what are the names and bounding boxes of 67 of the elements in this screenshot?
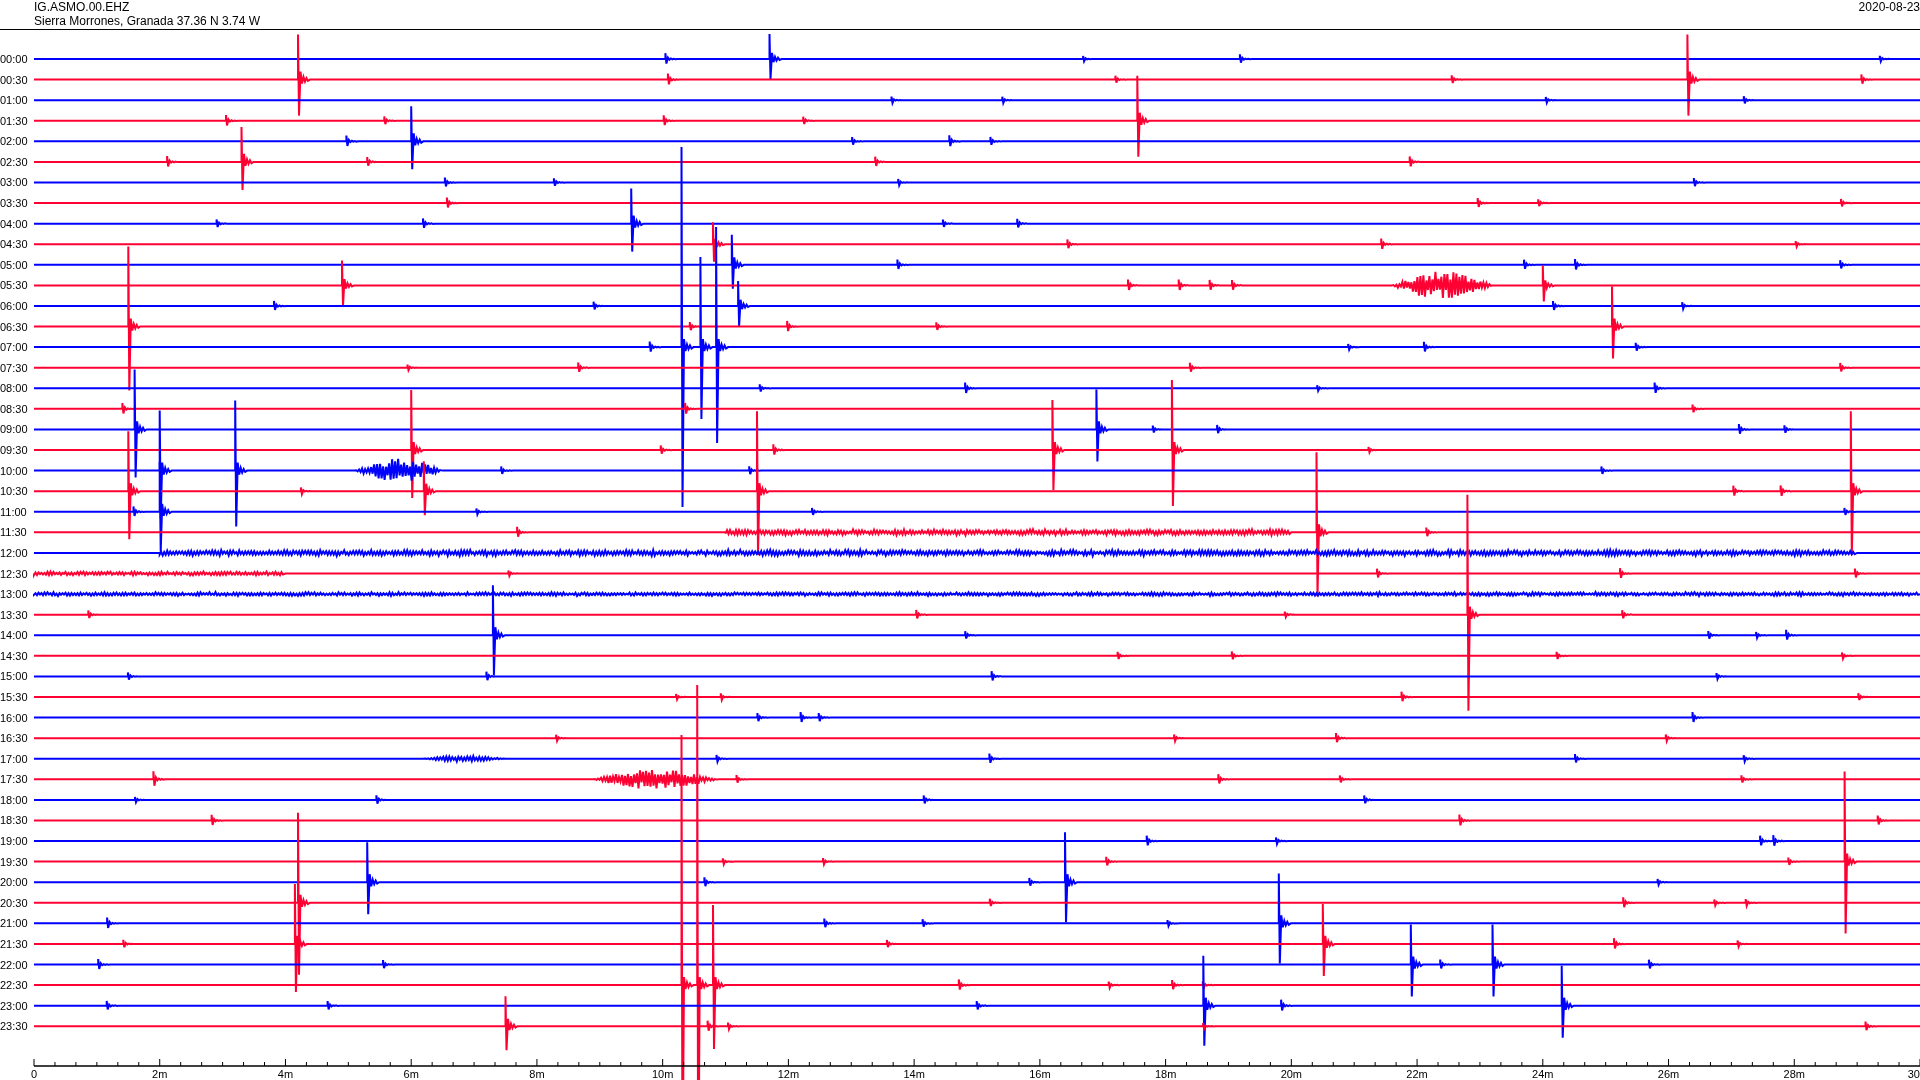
time-label: 10:30	[0, 485, 28, 498]
time-label: 22:00	[0, 958, 28, 971]
time-label: 16:00	[0, 711, 28, 724]
time-label: 19:00	[0, 835, 28, 848]
axis-label: 12m	[777, 1068, 800, 1080]
time-label: 23:30	[0, 1020, 28, 1033]
axis-label: 30	[1907, 1068, 1920, 1080]
axis-label: 0	[30, 1068, 38, 1080]
time-label: 00:00	[0, 53, 28, 65]
time-label: 08:30	[0, 402, 28, 415]
time-label: 05:30	[0, 279, 28, 292]
time-label: 03:00	[0, 176, 28, 189]
time-label: 06:00	[0, 299, 28, 312]
time-label: 02:00	[0, 135, 28, 148]
time-label: 17:30	[0, 773, 28, 786]
time-label: 07:00	[0, 341, 28, 354]
time-label: 21:00	[0, 917, 28, 930]
time-label: 13:00	[0, 588, 28, 601]
time-label: 11:00	[0, 505, 27, 518]
axis-label: 24m	[1532, 1068, 1554, 1080]
time-label: 20:00	[0, 876, 28, 889]
time-label: 19:30	[0, 855, 28, 868]
time-label: 12:30	[0, 567, 28, 580]
axis-label: 26m	[1657, 1068, 1680, 1080]
time-label: 08:00	[0, 382, 28, 395]
time-label: 00:30	[0, 73, 28, 86]
time-label: 13:30	[0, 608, 28, 621]
axis-label: 4m	[277, 1068, 294, 1080]
time-label: 01:00	[0, 94, 28, 107]
time-label: 01:30	[0, 114, 28, 127]
time-label: 09:30	[0, 444, 28, 456]
time-label: 14:00	[0, 629, 28, 642]
axis-label: 10m	[651, 1068, 674, 1080]
time-label: 04:00	[0, 217, 28, 230]
time-label: 17:00	[0, 752, 28, 765]
time-label: 15:00	[0, 670, 28, 683]
station-location: Sierra Morrones, Granada 37.36 N 3.74 W	[34, 14, 261, 28]
time-label: 02:30	[0, 155, 28, 168]
date-label: 2020-08-23	[1858, 0, 1920, 14]
time-label: 04:30	[0, 238, 28, 251]
time-label: 22:30	[0, 979, 28, 992]
axis-label: 8m	[529, 1068, 545, 1080]
time-label: 07:30	[0, 361, 28, 374]
axis-label: 22m	[1406, 1068, 1428, 1080]
time-label: 15:30	[0, 691, 28, 703]
time-label: 23:00	[0, 999, 28, 1012]
axis-label: 28m	[1783, 1068, 1805, 1080]
time-label: 11:30	[0, 526, 27, 539]
station-code: IG.ASMO.00.EHZ	[34, 0, 131, 14]
time-label: 14:30	[0, 649, 28, 662]
time-label: 20:30	[0, 896, 28, 909]
time-label: 03:30	[0, 197, 28, 210]
time-label: 21:30	[0, 937, 28, 950]
time-label: 18:30	[0, 814, 28, 827]
time-label: 09:00	[0, 423, 28, 436]
axis-label: 2m	[152, 1068, 168, 1080]
time-label: 16:30	[0, 732, 28, 745]
time-label: 06:30	[0, 320, 28, 333]
time-label: 18:00	[0, 793, 28, 806]
axis-label: 14m	[903, 1068, 925, 1080]
axis-label: 6m	[403, 1068, 419, 1080]
time-label: 12:00	[0, 546, 28, 559]
axis-label: 20m	[1280, 1068, 1303, 1080]
time-label: 10:00	[0, 464, 28, 477]
axis-label: 16m	[1029, 1068, 1051, 1080]
time-label: 05:00	[0, 258, 28, 271]
axis-label: 18m	[1154, 1068, 1177, 1080]
